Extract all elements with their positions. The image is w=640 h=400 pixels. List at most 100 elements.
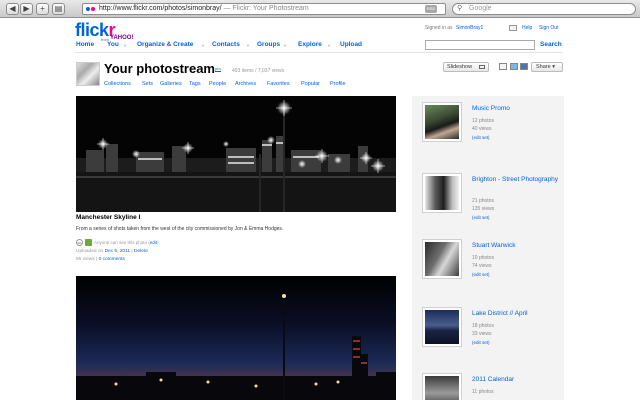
set-thumbnail[interactable] bbox=[422, 307, 462, 347]
header-divider bbox=[75, 52, 563, 53]
sign-out-text[interactable]: Sign Out bbox=[539, 25, 558, 31]
nav-home[interactable]: Home bbox=[76, 41, 94, 48]
groups-dropdown-icon[interactable]: ▼ bbox=[283, 43, 287, 48]
slideshow-label: Slideshow bbox=[447, 64, 473, 70]
set-thumbnail[interactable] bbox=[422, 373, 462, 400]
delete-link[interactable]: Delete bbox=[134, 249, 148, 254]
upload-date-link[interactable]: Dec 5, 2011 bbox=[105, 249, 131, 254]
set-view-count: 74 views bbox=[472, 263, 492, 269]
subnav-galleries[interactable]: Galleries bbox=[160, 81, 182, 87]
subnav-profile[interactable]: Profile bbox=[330, 81, 346, 87]
nav-organize[interactable]: Organize & Create bbox=[137, 41, 193, 48]
photo-city-dusk[interactable] bbox=[76, 276, 396, 400]
privacy-edit-link[interactable]: edit bbox=[150, 240, 157, 245]
set-photo-count: 21 photos bbox=[472, 198, 494, 204]
explore-dropdown-icon[interactable]: ▼ bbox=[327, 43, 331, 48]
subnav-popular[interactable]: Popular bbox=[301, 81, 320, 87]
photo-manchester-skyline[interactable] bbox=[76, 96, 396, 212]
help-text[interactable]: Help bbox=[522, 25, 532, 31]
upload-separator: | bbox=[131, 249, 133, 254]
privacy-line: Anyone can see this photo (edit) bbox=[94, 240, 159, 245]
avatar[interactable] bbox=[76, 62, 100, 86]
edit-set-link[interactable]: (edit set) bbox=[472, 215, 490, 220]
print-icon[interactable]: ▤ bbox=[52, 3, 65, 15]
subnav-archives[interactable]: Archives bbox=[235, 81, 256, 87]
subnav-sets[interactable]: Sets bbox=[142, 81, 153, 87]
set-title[interactable]: Brighton - Street Photography bbox=[472, 175, 560, 184]
subnav-favorites[interactable]: Favorites bbox=[267, 81, 290, 87]
sign-out-link[interactable]: Sign Out bbox=[539, 25, 558, 31]
comments-link[interactable]: 0 comments bbox=[99, 257, 125, 262]
subnav-people[interactable]: People bbox=[209, 81, 226, 87]
browser-toolbar: ◀ ▶ + ▤ http://www.flickr.com/photos/sim… bbox=[0, 0, 640, 18]
page-title: Your photostream bbox=[104, 61, 215, 76]
you-dropdown-icon[interactable]: ▼ bbox=[123, 43, 127, 48]
screen-icon bbox=[479, 65, 485, 69]
forward-icon[interactable]: ▶ bbox=[20, 3, 33, 15]
edit-set-link[interactable]: (edit set) bbox=[472, 135, 490, 140]
edit-set-link[interactable]: (edit set) bbox=[472, 272, 490, 277]
set-item: 2011 Calendar 11 photos bbox=[412, 367, 564, 400]
nav-upload[interactable]: Upload bbox=[340, 41, 362, 48]
set-photo-count: 10 photos bbox=[472, 255, 494, 261]
site-favicon-icon bbox=[86, 7, 96, 11]
creative-commons-icon[interactable]: cc bbox=[76, 239, 83, 246]
set-thumbnail[interactable] bbox=[422, 239, 462, 279]
set-photo-count: 12 photos bbox=[472, 118, 494, 124]
photo-description: From a series of shots taken from the we… bbox=[76, 226, 284, 232]
facebook-icon[interactable] bbox=[520, 63, 528, 70]
privacy-close: ) bbox=[157, 240, 159, 245]
add-bookmark-icon[interactable]: + bbox=[36, 3, 49, 15]
browser-search-placeholder: Google bbox=[469, 5, 492, 12]
slideshow-button[interactable]: Slideshow bbox=[443, 62, 489, 72]
license-icon[interactable] bbox=[85, 239, 92, 246]
set-title[interactable]: 2011 Calendar bbox=[472, 375, 560, 384]
subnav-tags[interactable]: Tags bbox=[189, 81, 201, 87]
set-item: Brighton - Street Photography 21 photos … bbox=[412, 167, 564, 233]
set-thumbnail[interactable] bbox=[422, 173, 462, 213]
address-url: http://www.flickr.com/photos/simonbray/ bbox=[99, 5, 222, 12]
twitter-icon[interactable] bbox=[510, 63, 518, 70]
rss-icon[interactable]: RSS bbox=[425, 5, 437, 13]
organize-dropdown-icon[interactable]: ▼ bbox=[201, 43, 205, 48]
share-button[interactable]: Share ▾ bbox=[531, 62, 563, 72]
search-button[interactable]: Search bbox=[540, 41, 562, 48]
search-input[interactable] bbox=[425, 40, 535, 50]
skyline-night-image bbox=[76, 96, 396, 212]
set-photo-count: 18 photos bbox=[472, 323, 494, 329]
set-title[interactable]: Music Promo bbox=[472, 104, 560, 113]
set-title[interactable]: Stuart Warwick bbox=[472, 241, 560, 250]
uploaded-label: Uploaded on bbox=[76, 249, 104, 254]
edit-set-link[interactable]: (edit set) bbox=[472, 340, 490, 345]
nav-explore[interactable]: Explore bbox=[298, 41, 322, 48]
set-title[interactable]: Lake District // April bbox=[472, 309, 560, 318]
set-item: Lake District // April 18 photos 33 view… bbox=[412, 301, 564, 367]
mail-icon[interactable] bbox=[509, 25, 517, 31]
nav-you[interactable]: You bbox=[107, 41, 119, 48]
subnav-collections[interactable]: Collections bbox=[104, 81, 131, 87]
city-dusk-image bbox=[76, 294, 396, 400]
address-bar[interactable]: http://www.flickr.com/photos/simonbray/ … bbox=[82, 3, 446, 15]
photo-title[interactable]: Manchester Skyline I bbox=[76, 214, 140, 221]
nav-groups[interactable]: Groups bbox=[257, 41, 280, 48]
upload-line: Uploaded on Dec 5, 2011 | Delete bbox=[76, 249, 148, 254]
help-link[interactable]: Help bbox=[522, 25, 532, 31]
pro-badge[interactable]: pro bbox=[215, 66, 221, 72]
browser-search-input[interactable]: ⚲ Google bbox=[452, 3, 636, 15]
contacts-dropdown-icon[interactable]: ▼ bbox=[246, 43, 250, 48]
views-line: 66 views | 0 comments bbox=[76, 257, 125, 262]
privacy-text: Anyone can see this photo ( bbox=[94, 240, 150, 245]
set-view-count: 40 views bbox=[472, 126, 492, 132]
views-separator: | bbox=[96, 257, 98, 262]
email-icon[interactable] bbox=[499, 63, 507, 70]
set-photo-count: 11 photos bbox=[472, 389, 494, 395]
set-thumbnail[interactable] bbox=[422, 102, 462, 142]
page-title-text: — Flickr: Your Photostream bbox=[221, 5, 309, 12]
views-count: 66 views bbox=[76, 257, 95, 262]
username-link[interactable]: SimonBray1 bbox=[456, 25, 483, 31]
set-item: Stuart Warwick 10 photos 74 views (edit … bbox=[412, 233, 564, 299]
back-icon[interactable]: ◀ bbox=[6, 3, 19, 15]
photostream-stats: 493 items / 7,037 views bbox=[232, 68, 285, 74]
username-text[interactable]: SimonBray1 bbox=[456, 25, 483, 31]
nav-contacts[interactable]: Contacts bbox=[212, 41, 240, 48]
